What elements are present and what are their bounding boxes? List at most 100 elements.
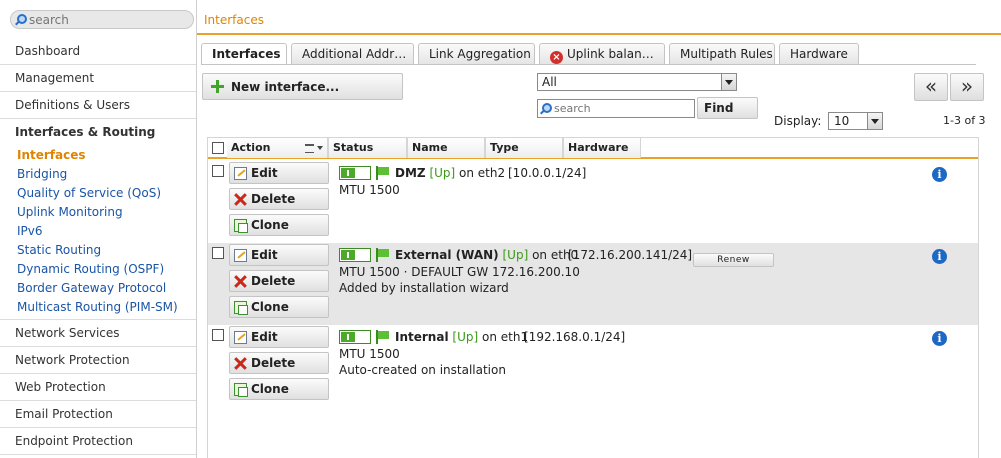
new-interface-button[interactable]: New interface...	[202, 73, 403, 100]
clone-icon	[234, 219, 248, 233]
interface-summary: Internal [Up] on eth1	[395, 330, 528, 344]
nav-sub-ipv6[interactable]: IPv6	[0, 222, 196, 241]
tab-divider	[201, 64, 976, 65]
interface-comment: Added by installation wizard	[339, 281, 509, 295]
nav-sub-bridging[interactable]: Bridging	[0, 165, 196, 184]
column-menu-icon[interactable]	[305, 142, 323, 154]
clone-icon	[234, 301, 248, 315]
status-toggle[interactable]	[339, 248, 371, 262]
sidebar-search-input[interactable]	[10, 10, 194, 29]
edit-label: Edit	[251, 330, 278, 344]
edit-icon	[234, 249, 247, 262]
chevron-down-icon[interactable]	[721, 74, 736, 90]
row-checkbox[interactable]	[212, 247, 224, 259]
plus-icon	[211, 80, 224, 93]
clone-label: Clone	[251, 382, 289, 396]
page-header: Interfaces	[197, 0, 1001, 35]
delete-button[interactable]: Delete	[229, 188, 329, 210]
tab-bar: Interfaces Additional Addr… Link Aggrega…	[201, 43, 863, 65]
nav-item-definitions-users[interactable]: Definitions & Users	[0, 92, 196, 119]
nav-item-management[interactable]: Management	[0, 65, 196, 92]
nav-sub-uplink-monitoring[interactable]: Uplink Monitoring	[0, 203, 196, 222]
next-page-button[interactable]: »	[950, 73, 984, 101]
chevron-down-icon[interactable]	[867, 113, 882, 129]
nav-sub-qos[interactable]: Quality of Service (QoS)	[0, 184, 196, 203]
tab-label: Additional Addr…	[302, 47, 407, 61]
status-toggle[interactable]	[339, 330, 371, 344]
nav-sub-multicast[interactable]: Multicast Routing (PIM-SM)	[0, 298, 196, 317]
edit-button[interactable]: Edit	[229, 162, 329, 184]
interface-name: Internal	[395, 330, 449, 344]
nav-item-endpoint-protection[interactable]: Endpoint Protection	[0, 428, 196, 455]
column-header-hardware[interactable]: Hardware	[563, 138, 641, 158]
result-count: 1-3 of 3	[943, 114, 986, 127]
table-row: Edit Delete Clone DMZ [Up] on eth2 [10.0…	[208, 161, 978, 243]
delete-button[interactable]: Delete	[229, 270, 329, 292]
interface-hardware: on eth1	[481, 330, 529, 344]
nav-item-web-protection[interactable]: Web Protection	[0, 374, 196, 401]
table-search-input[interactable]	[537, 99, 695, 118]
interfaces-table: Action Status Name Type Hardware Edit De…	[207, 137, 979, 458]
delete-label: Delete	[251, 274, 296, 288]
find-button[interactable]: Find	[697, 97, 758, 119]
tab-additional-addresses[interactable]: Additional Addr…	[291, 43, 414, 65]
interface-comment: Auto-created on installation	[339, 363, 506, 377]
nav-item-network-protection[interactable]: Network Protection	[0, 347, 196, 374]
tab-link-aggregation[interactable]: Link Aggregation	[418, 43, 535, 65]
edit-button[interactable]: Edit	[229, 244, 329, 266]
info-icon[interactable]: i	[932, 249, 947, 264]
nav-item-email-protection[interactable]: Email Protection	[0, 401, 196, 428]
nav-sub-bgp[interactable]: Border Gateway Protocol	[0, 279, 196, 298]
column-header-label: Action	[231, 141, 271, 154]
select-all-checkbox[interactable]	[212, 142, 224, 154]
interface-state: [Up]	[452, 330, 479, 344]
search-icon	[540, 103, 552, 114]
interface-summary: DMZ [Up] on eth2	[395, 166, 505, 180]
nav-sub-static-routing[interactable]: Static Routing	[0, 241, 196, 260]
tab-multipath-rules[interactable]: Multipath Rules	[669, 43, 775, 65]
interface-details: MTU 1500 · DEFAULT GW 172.16.200.10	[339, 265, 580, 279]
flag-icon	[376, 330, 390, 344]
delete-icon	[234, 193, 247, 206]
interface-summary: External (WAN) [Up] on eth0	[395, 248, 578, 262]
nav-sub-ospf[interactable]: Dynamic Routing (OSPF)	[0, 260, 196, 279]
filter-select[interactable]: All	[537, 73, 737, 91]
interface-name: DMZ	[395, 166, 426, 180]
nav-item-network-services[interactable]: Network Services	[0, 320, 196, 347]
clone-button[interactable]: Clone	[229, 296, 329, 318]
edit-button[interactable]: Edit	[229, 326, 329, 348]
column-header-action[interactable]: Action	[227, 138, 328, 158]
column-header-status[interactable]: Status	[328, 138, 407, 158]
nav-item-dashboard[interactable]: Dashboard	[0, 38, 196, 65]
row-checkbox[interactable]	[212, 329, 224, 341]
row-checkbox[interactable]	[212, 165, 224, 177]
tab-hardware[interactable]: Hardware	[779, 43, 859, 65]
interface-address: [172.16.200.141/24]	[568, 248, 693, 262]
interface-name: External (WAN)	[395, 248, 499, 262]
nav-item-interfaces-routing[interactable]: Interfaces & Routing	[0, 119, 196, 146]
column-header-type[interactable]: Type	[485, 138, 563, 158]
info-icon[interactable]: i	[932, 331, 947, 346]
nav-sub-interfaces[interactable]: Interfaces	[0, 146, 196, 165]
nav-submenu: Interfaces Bridging Quality of Service (…	[0, 146, 196, 320]
status-toggle[interactable]	[339, 166, 371, 180]
tab-uplink-balancing[interactable]: × Uplink balan…	[539, 43, 665, 65]
tab-interfaces[interactable]: Interfaces	[201, 43, 287, 65]
delete-button[interactable]: Delete	[229, 352, 329, 374]
tab-label: Link Aggregation	[429, 47, 531, 61]
table-row: Edit Delete Clone Internal [Up] on eth1 …	[208, 325, 978, 407]
page-title: Interfaces	[204, 13, 264, 27]
interface-address: [10.0.0.1/24]	[508, 166, 587, 180]
column-header-name[interactable]: Name	[407, 138, 485, 158]
display-label: Display:	[774, 114, 822, 128]
table-header: Action Status Name Type Hardware	[208, 137, 978, 159]
display-count-select[interactable]: 10	[828, 112, 883, 130]
flag-icon	[376, 248, 390, 262]
delete-label: Delete	[251, 356, 296, 370]
previous-page-button[interactable]: «	[914, 73, 948, 101]
info-icon[interactable]: i	[932, 167, 947, 182]
clone-button[interactable]: Clone	[229, 214, 329, 236]
interface-address: [192.168.0.1/24]	[524, 330, 626, 344]
clone-button[interactable]: Clone	[229, 378, 329, 400]
renew-button[interactable]: Renew	[693, 253, 774, 267]
